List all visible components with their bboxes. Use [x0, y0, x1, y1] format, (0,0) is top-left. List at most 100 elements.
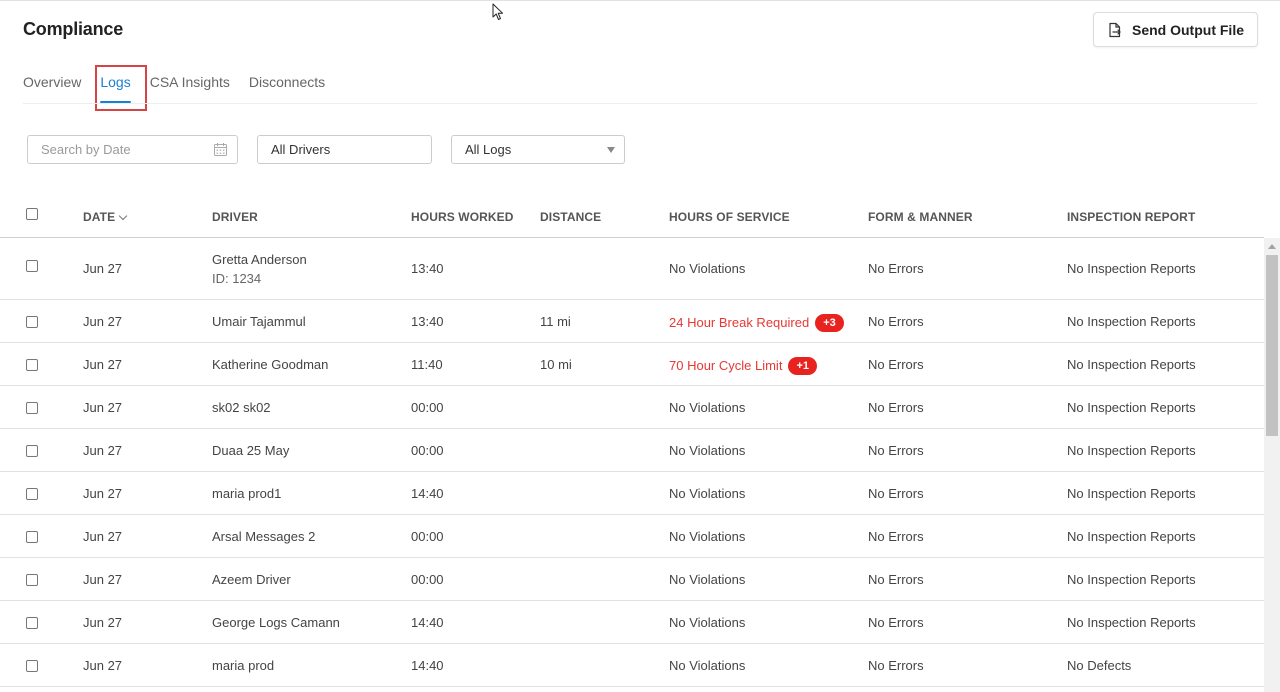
- table-header: DATE DRIVER HOURS WORKED DISTANCE HOURS …: [0, 195, 1264, 238]
- hos-status: No Violations: [669, 261, 746, 276]
- cell-driver[interactable]: Umair Tajammul: [212, 314, 306, 329]
- cell-driver[interactable]: George Logs Camann: [212, 615, 340, 630]
- tab-csa-insights[interactable]: CSA Insights: [150, 72, 230, 102]
- logs-filter-value: All Logs: [465, 142, 512, 157]
- tab-highlight-box: [95, 65, 147, 111]
- cell-hours-worked: 00:00: [411, 572, 444, 587]
- table-row[interactable]: Jun 27 maria prod1 14:40 No Violations No Er…: [0, 472, 1264, 515]
- cell-date: Jun 27: [83, 400, 123, 415]
- cell-hours-worked: 14:40: [411, 486, 444, 501]
- cell-form-manner: No Errors: [868, 486, 924, 501]
- cell-form-manner: No Errors: [868, 572, 924, 587]
- tab-bar: Overview Logs CSA Insights Disconnects: [23, 72, 344, 104]
- cell-driver[interactable]: maria prod1: [212, 486, 281, 501]
- send-output-file-button[interactable]: Send Output File: [1093, 12, 1258, 47]
- cell-driver[interactable]: Azeem Driver: [212, 572, 291, 587]
- cell-inspection-report: No Inspection Reports: [1067, 314, 1196, 329]
- drivers-filter-value: All Drivers: [271, 142, 331, 157]
- row-checkbox[interactable]: [26, 359, 38, 371]
- table-row[interactable]: Jun 27 Umair Tajammul 13:40 11 mi 24 Hour Br…: [0, 300, 1264, 343]
- hos-status: No Violations: [669, 400, 746, 415]
- cell-date: Jun 27: [83, 572, 123, 587]
- vertical-scrollbar[interactable]: [1264, 238, 1280, 692]
- column-driver: DRIVER: [212, 210, 258, 224]
- cell-hours-of-service: No Violations: [669, 615, 745, 630]
- cell-driver-id: ID: 1234: [212, 271, 262, 286]
- cell-driver[interactable]: Arsal Messages 2: [212, 529, 315, 544]
- hos-status: No Violations: [669, 443, 746, 458]
- hos-status: No Violations: [669, 615, 746, 630]
- table-row[interactable]: Jun 27 Duaa 25 May 00:00 No Violations No Er…: [0, 429, 1264, 472]
- cell-form-manner: No Errors: [868, 357, 924, 372]
- cell-form-manner: No Errors: [868, 443, 924, 458]
- cell-driver[interactable]: Gretta Anderson: [212, 252, 307, 267]
- row-checkbox[interactable]: [26, 260, 38, 272]
- row-checkbox[interactable]: [26, 488, 38, 500]
- cell-hours-of-service: No Violations: [669, 443, 745, 458]
- cell-form-manner: No Errors: [868, 314, 924, 329]
- cell-hours-worked: 14:40: [411, 615, 444, 630]
- table-row[interactable]: Jun 27 sk02 sk02 00:00 No Violations No Erro…: [0, 386, 1264, 429]
- cell-distance: 10 mi: [540, 357, 572, 372]
- cell-hours-worked: 00:00: [411, 443, 444, 458]
- violation-count-badge: +3: [815, 314, 844, 332]
- select-all-checkbox[interactable]: [26, 208, 38, 220]
- row-checkbox[interactable]: [26, 660, 38, 672]
- violation-count-badge: +1: [788, 357, 817, 375]
- cell-hours-worked: 00:00: [411, 529, 444, 544]
- cell-date: Jun 27: [83, 486, 123, 501]
- logs-filter-select[interactable]: All Logs: [451, 135, 625, 164]
- cell-inspection-report: No Inspection Reports: [1067, 486, 1196, 501]
- calendar-icon[interactable]: [213, 142, 228, 157]
- hos-status: No Violations: [669, 486, 746, 501]
- cell-date: Jun 27: [83, 615, 123, 630]
- row-checkbox[interactable]: [26, 316, 38, 328]
- cell-driver[interactable]: sk02 sk02: [212, 400, 271, 415]
- cell-form-manner: No Errors: [868, 400, 924, 415]
- row-checkbox[interactable]: [26, 574, 38, 586]
- date-search-field[interactable]: [27, 135, 238, 164]
- chevron-down-icon: [118, 211, 128, 221]
- column-inspection-report: INSPECTION REPORT: [1067, 210, 1196, 224]
- column-date[interactable]: DATE: [83, 210, 128, 224]
- drivers-filter[interactable]: All Drivers: [257, 135, 432, 164]
- cell-inspection-report: No Inspection Reports: [1067, 615, 1196, 630]
- table-row[interactable]: Jun 27 Katherine Goodman 11:40 10 mi 70 Hour…: [0, 343, 1264, 386]
- column-hours-worked: HOURS WORKED: [411, 210, 514, 224]
- table-row[interactable]: Jun 27 Gretta Anderson ID: 1234 13:40 No Vio…: [0, 238, 1264, 300]
- cell-driver[interactable]: maria prod: [212, 658, 274, 673]
- cell-form-manner: No Errors: [868, 529, 924, 544]
- scroll-up-icon[interactable]: [1268, 244, 1276, 249]
- row-checkbox[interactable]: [26, 402, 38, 414]
- top-border: [0, 0, 1280, 1]
- row-checkbox[interactable]: [26, 617, 38, 629]
- hos-status: 70 Hour Cycle Limit: [669, 358, 783, 373]
- tab-overview[interactable]: Overview: [23, 72, 81, 102]
- cell-inspection-report: No Inspection Reports: [1067, 443, 1196, 458]
- hos-status: No Violations: [669, 658, 746, 673]
- row-checkbox[interactable]: [26, 531, 38, 543]
- cell-hours-of-service[interactable]: 24 Hour Break Required +3: [669, 314, 844, 332]
- cell-driver[interactable]: Duaa 25 May: [212, 443, 289, 458]
- table-row[interactable]: Jun 27 Arsal Messages 2 00:00 No Violations…: [0, 515, 1264, 558]
- column-form-manner: FORM & MANNER: [868, 210, 973, 224]
- row-checkbox[interactable]: [26, 445, 38, 457]
- table-row[interactable]: Jun 27 George Logs Camann 14:40 No Violatio…: [0, 601, 1264, 644]
- table-row[interactable]: Jun 27 Azeem Driver 00:00 No Violations No E…: [0, 558, 1264, 601]
- cell-date: Jun 27: [83, 314, 123, 329]
- cell-hours-of-service: No Violations: [669, 486, 745, 501]
- date-search-input[interactable]: [41, 142, 211, 157]
- cell-date: Jun 27: [83, 658, 123, 673]
- cell-inspection-report: No Inspection Reports: [1067, 400, 1196, 415]
- table-row[interactable]: Jun 27 maria prod 14:40 No Violations No Err…: [0, 644, 1264, 687]
- cell-driver[interactable]: Katherine Goodman: [212, 357, 328, 372]
- scroll-thumb[interactable]: [1266, 255, 1278, 436]
- cell-form-manner: No Errors: [868, 615, 924, 630]
- tab-disconnects[interactable]: Disconnects: [249, 72, 325, 102]
- send-output-file-label: Send Output File: [1132, 21, 1244, 38]
- cell-form-manner: No Errors: [868, 658, 924, 673]
- cell-date: Jun 27: [83, 357, 123, 372]
- cell-form-manner: No Errors: [868, 261, 924, 276]
- cell-inspection-report: No Inspection Reports: [1067, 261, 1196, 276]
- cell-hours-of-service[interactable]: 70 Hour Cycle Limit +1: [669, 357, 817, 375]
